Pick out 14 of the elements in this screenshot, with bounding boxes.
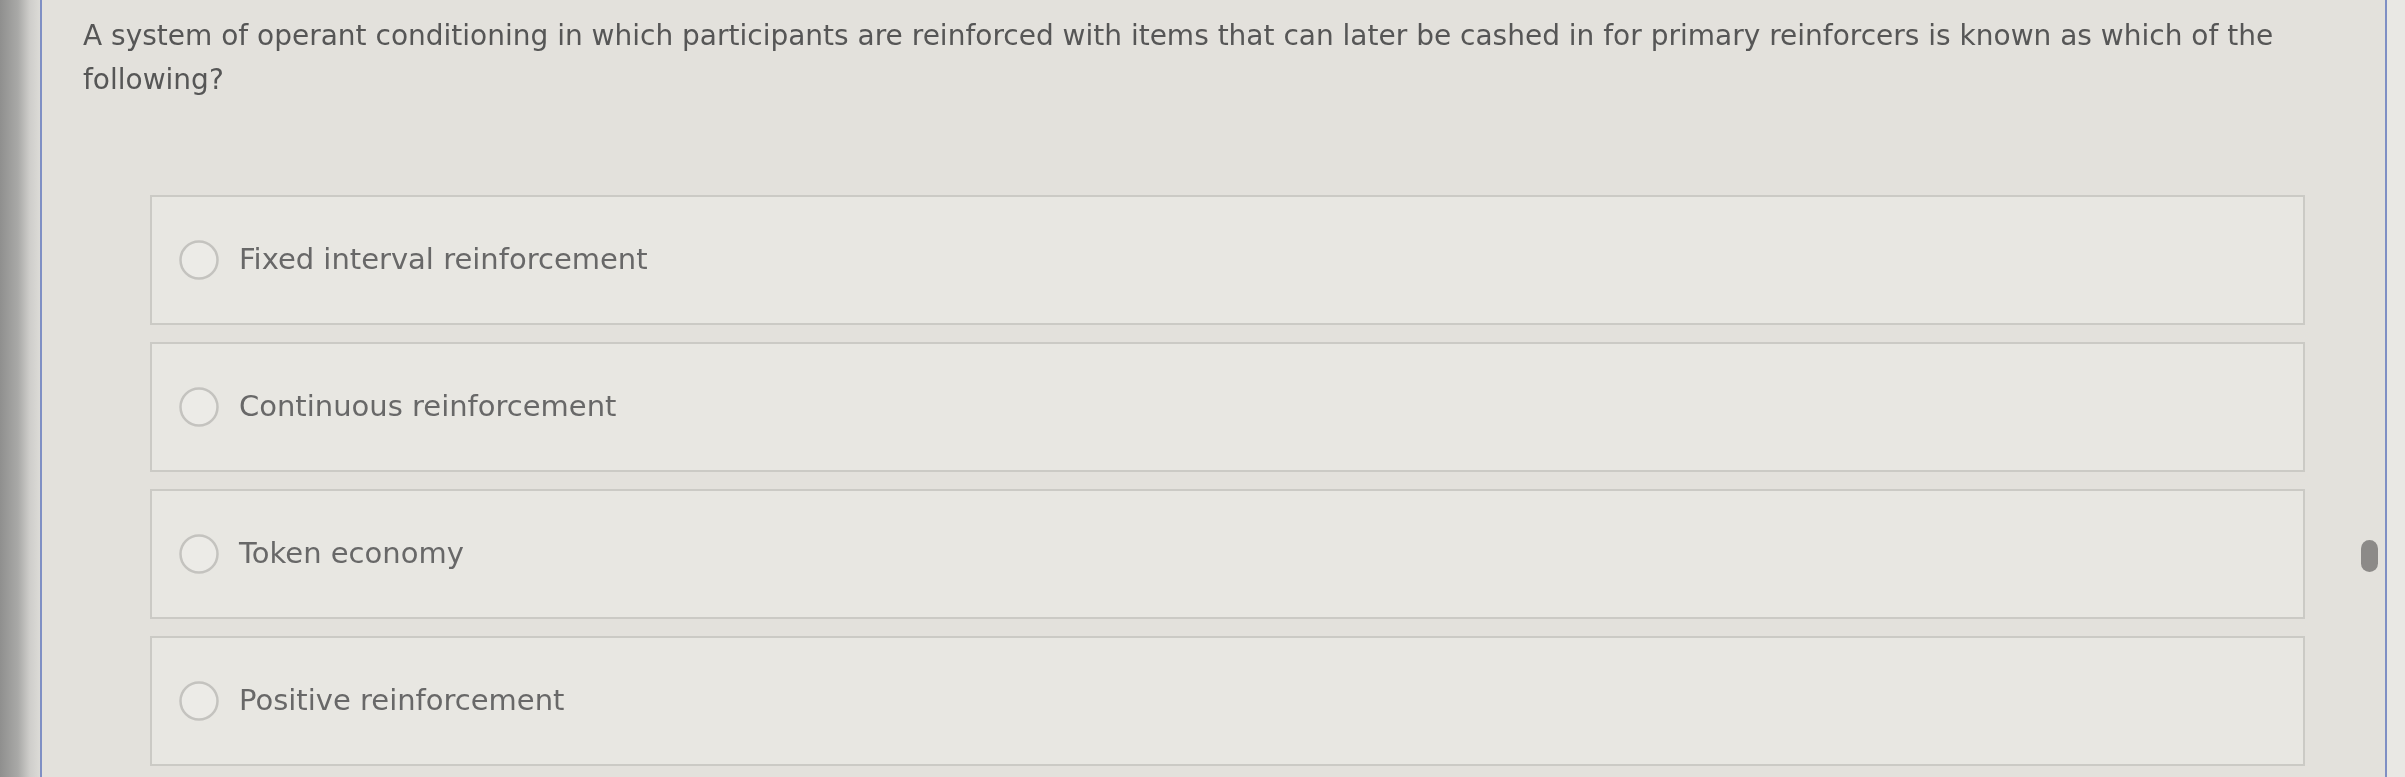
- scrollbar-thumb[interactable]: [2361, 540, 2378, 572]
- answer-option[interactable]: Positive reinforcement: [150, 636, 2305, 766]
- question-text: A system of operant conditioning in which participants are reinforced with items that can later be cashed in for primary reinforcers is known as which of the following?: [83, 18, 2275, 98]
- radio-button[interactable]: [179, 534, 219, 574]
- option-label: Positive reinforcement: [239, 682, 565, 720]
- answer-option[interactable]: Fixed interval reinforcement: [150, 195, 2305, 325]
- radio-button[interactable]: [179, 240, 219, 280]
- option-label: Continuous reinforcement: [239, 388, 617, 426]
- radio-button[interactable]: [179, 681, 219, 721]
- option-label: Token economy: [239, 535, 464, 573]
- answer-option[interactable]: Continuous reinforcement: [150, 342, 2305, 472]
- radio-button[interactable]: [179, 387, 219, 427]
- option-label: Fixed interval reinforcement: [239, 241, 648, 279]
- answer-option[interactable]: Token economy: [150, 489, 2305, 619]
